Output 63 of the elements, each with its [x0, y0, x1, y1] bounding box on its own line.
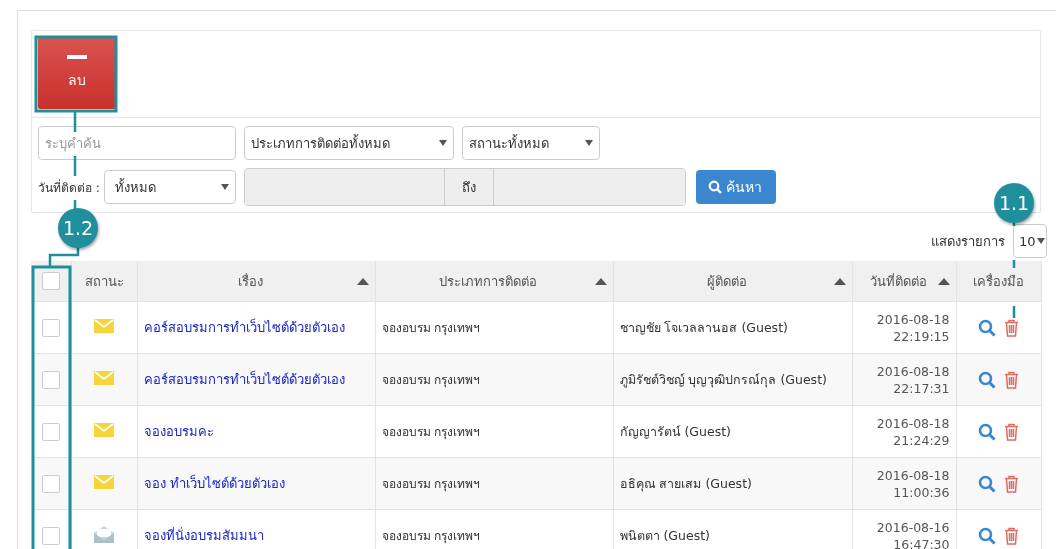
column-header: สถานะ: [84, 273, 124, 289]
select-all-checkbox[interactable]: [41, 272, 60, 290]
table-cell: พนิตตา (Guest): [619, 527, 710, 543]
caret-icon: [220, 184, 229, 190]
trash-icon[interactable]: [1004, 318, 1019, 337]
table-cell: จองอบรม กรุงเทพฯ: [381, 477, 481, 491]
step-badge: 1.1: [994, 183, 1034, 223]
search-icon[interactable]: [978, 422, 996, 441]
row-checkbox[interactable]: [41, 474, 60, 493]
sort-icon[interactable]: [594, 277, 607, 285]
envelope-icon: [94, 371, 114, 385]
search-button[interactable]: ค้นหา: [695, 170, 776, 204]
table-cell: จองอบรม กรุงเทพฯ: [381, 373, 481, 387]
table-cell: ชาญชัย โจเวลลานอส (Guest): [619, 319, 788, 335]
trash-icon[interactable]: [1004, 526, 1019, 545]
row-checkbox[interactable]: [41, 422, 60, 441]
row-checkbox[interactable]: [41, 370, 60, 389]
search-icon[interactable]: [978, 526, 996, 545]
step-badge: 1.2: [58, 208, 98, 248]
column-header: เครื่องมือ: [973, 273, 1024, 289]
trash-icon[interactable]: [1004, 370, 1019, 389]
date-label: วันที่ติดต่อ :: [38, 178, 100, 197]
minus-icon: [67, 55, 87, 59]
subject-link[interactable]: จองอบรมคะ: [143, 424, 214, 439]
caret-icon: [585, 140, 593, 146]
envelope-icon: [94, 319, 114, 333]
page-size-select[interactable]: 10: [1013, 224, 1047, 258]
subject-link[interactable]: จองที่นั่งอบรมสัมมนา: [143, 528, 264, 543]
page-size-label: แสดงรายการ: [931, 232, 1005, 251]
trash-icon[interactable]: [1004, 422, 1019, 441]
sort-icon[interactable]: [356, 277, 369, 285]
table-cell: จองอบรม กรุงเทพฯ: [381, 321, 481, 335]
search-icon: [707, 180, 722, 194]
row-checkbox[interactable]: [41, 318, 60, 337]
table-cell: 2016-08-16 16:47:30: [876, 520, 950, 549]
sort-icon[interactable]: [833, 277, 846, 285]
search-icon[interactable]: [978, 318, 996, 337]
subject-link[interactable]: คอร์สอบรมการทำเว็บไซต์ด้วยตัวเอง: [143, 320, 345, 335]
row-checkbox[interactable]: [41, 526, 60, 545]
caret-icon: [1036, 238, 1045, 244]
table-cell: 2016-08-18 22:17:31: [876, 364, 950, 396]
envelope-icon: [94, 475, 114, 489]
envelope-icon: [94, 423, 114, 437]
subject-link[interactable]: จอง ทำเว็บไซต์ด้วยตัวเอง: [143, 476, 285, 491]
table-cell: 2016-08-18 22:19:15: [876, 312, 950, 344]
trash-icon[interactable]: [1004, 474, 1019, 493]
table-cell: 2016-08-18 11:00:36: [876, 468, 950, 500]
delete-button[interactable]: ลบ: [38, 37, 116, 109]
date-select[interactable]: ทั้งหมด: [103, 170, 236, 204]
search-icon[interactable]: [978, 474, 996, 493]
type-select[interactable]: ประเภทการติดต่อทั้งหมด: [244, 126, 454, 160]
table-cell: จองอบรม กรุงเทพฯ: [381, 425, 481, 439]
search-icon[interactable]: [978, 370, 996, 389]
open-envelope-icon: [94, 525, 114, 543]
table-cell: กัญญารัตน์ (Guest): [619, 423, 731, 439]
table-cell: ภูมิรัชต์วิชญ์ บุญวุฒิปกรณ์กุล (Guest): [619, 371, 827, 387]
status-select[interactable]: สถานะทั้งหมด: [462, 126, 600, 160]
caret-icon: [439, 140, 447, 146]
sort-icon[interactable]: [937, 277, 950, 285]
search-field[interactable]: ระบุคำค้น: [38, 126, 236, 160]
table-cell: 2016-08-18 21:24:29: [876, 416, 950, 448]
table-cell: จองอบรม กรุงเทพฯ: [381, 529, 481, 543]
table-cell: อธิคุณ สายเสม (Guest): [619, 475, 752, 491]
